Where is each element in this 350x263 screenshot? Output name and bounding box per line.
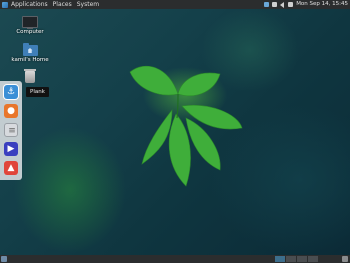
clock[interactable]: Mon Sep 14, 15:45 — [296, 0, 348, 9]
desktop-icon-label: kamil's Home — [11, 57, 49, 63]
workspace-4[interactable] — [308, 256, 318, 262]
desktop-wallpaper — [0, 0, 350, 263]
plank-dock: ⚓ ● ≡ ▶ ▲ — [0, 81, 22, 180]
trash-icon — [24, 69, 36, 83]
applications-icon[interactable] — [2, 1, 8, 8]
play-icon: ▶ — [7, 144, 15, 154]
dock-item-text-editor[interactable]: ≡ — [4, 123, 18, 137]
home-folder-icon — [22, 43, 38, 56]
dock-item-photos[interactable]: ▲ — [4, 161, 18, 175]
desktop-icon-label: Computer — [16, 29, 44, 35]
network-icon[interactable] — [264, 2, 270, 7]
photo-icon: ▲ — [7, 163, 15, 173]
desktop-icon-computer[interactable]: Computer — [10, 16, 50, 35]
power-icon[interactable] — [288, 2, 294, 7]
menu-system[interactable]: System — [77, 0, 99, 9]
chat-icon[interactable] — [272, 2, 278, 7]
top-panel: Applications Places System Mon Sep 14, 1… — [0, 0, 350, 9]
dock-item-media-player[interactable]: ▶ — [4, 142, 18, 156]
dock-item-anchor[interactable]: ⚓ — [4, 85, 18, 99]
volume-icon[interactable] — [280, 1, 285, 8]
bottom-panel — [0, 255, 350, 263]
menu-applications[interactable]: Applications — [11, 0, 48, 9]
system-tray: Mon Sep 14, 15:45 — [264, 0, 348, 9]
menu-places[interactable]: Places — [53, 0, 72, 9]
anchor-icon: ⚓ — [6, 87, 16, 97]
leaf-wallpaper-image — [129, 65, 243, 187]
firefox-icon: ● — [7, 106, 15, 116]
desktop-icon-home[interactable]: kamil's Home — [10, 43, 50, 63]
workspace-1[interactable] — [275, 256, 285, 262]
computer-icon — [22, 16, 38, 29]
dock-item-firefox[interactable]: ● — [4, 104, 18, 118]
show-desktop-icon[interactable] — [1, 256, 7, 262]
document-icon: ≡ — [8, 126, 16, 136]
workspace-2[interactable] — [286, 256, 296, 262]
dock-tooltip: Plank — [26, 87, 49, 97]
trash-applet-icon[interactable] — [342, 256, 348, 262]
workspace-3[interactable] — [297, 256, 307, 262]
top-menu: Applications Places System — [0, 0, 104, 9]
